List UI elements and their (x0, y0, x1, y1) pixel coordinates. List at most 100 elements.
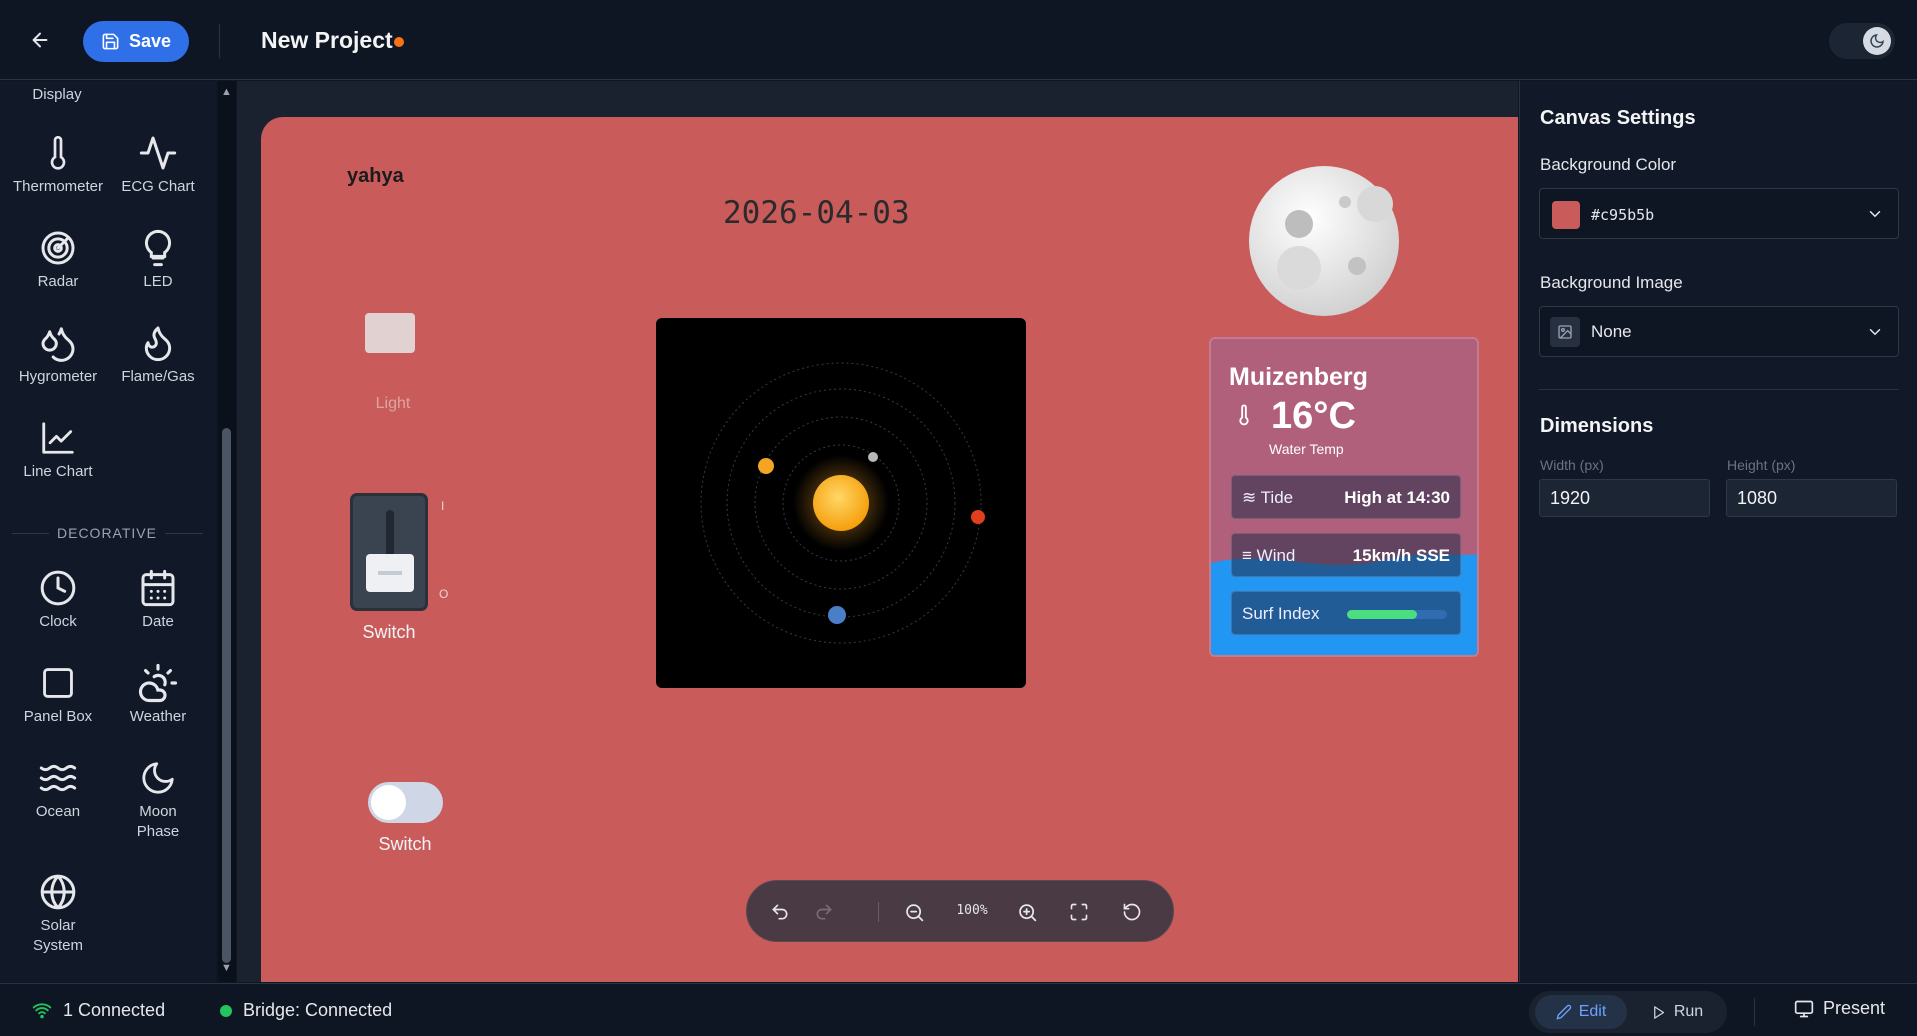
color-swatch (1552, 201, 1580, 229)
save-label: Save (128, 31, 172, 51)
height-input[interactable] (1726, 479, 1897, 517)
width-input[interactable] (1539, 479, 1710, 517)
weather-city: Muizenberg (1229, 363, 1368, 391)
mode-switcher: Edit Run (1529, 991, 1727, 1033)
run-label: Run (1673, 1003, 1704, 1020)
run-mode-button[interactable]: Run (1637, 995, 1717, 1029)
play-icon (1653, 1005, 1664, 1019)
flame-icon (144, 326, 172, 362)
sidebar-item-label: LED (143, 273, 173, 290)
sidebar-item-flame-gas[interactable]: Flame/Gas (108, 319, 208, 387)
moon-drawing (1249, 166, 1399, 316)
pencil-icon (1556, 1004, 1571, 1020)
zoom-in-button[interactable] (1012, 897, 1042, 927)
sidebar-item-date[interactable]: Date (108, 564, 208, 632)
wind-value: 15km/h SSE (1352, 546, 1450, 565)
present-label: Present (1823, 998, 1886, 1018)
sidebar-item-panel-box[interactable]: Panel Box (8, 659, 108, 727)
sidebar-item-thermometer[interactable]: Thermometer (8, 129, 108, 197)
present-button[interactable]: Present (1794, 998, 1885, 1019)
globe-icon (40, 874, 76, 910)
divider (878, 902, 879, 922)
ocean-weather-card[interactable]: Muizenberg 16°C Water Temp ≋ Tide High a… (1209, 337, 1479, 657)
project-title: New Project (261, 27, 393, 53)
switch-lever[interactable] (366, 554, 414, 592)
sidebar-item-ecg-chart[interactable]: ECG Chart (108, 129, 208, 197)
connection-count: 1 Connected (63, 1000, 166, 1020)
date-widget[interactable]: 2026-04-03 (723, 195, 910, 231)
toggle-switch[interactable] (368, 782, 443, 823)
back-button[interactable] (24, 24, 56, 56)
sidebar-item-line-chart[interactable]: Line Chart (8, 414, 108, 482)
clock-icon (40, 570, 76, 606)
scroll-down-icon[interactable]: ▼ (221, 962, 232, 974)
text-widget[interactable]: yahya (347, 165, 404, 188)
redo-icon (816, 904, 832, 920)
solar-system-drawing (700, 362, 985, 644)
rocker-switch[interactable] (350, 493, 428, 611)
bg-color-label: Background Color (1540, 155, 1677, 174)
zoom-toolbar: 100% (746, 880, 1174, 942)
sidebar-item-solar-system[interactable]: Solar System (8, 868, 108, 956)
light-widget[interactable] (365, 313, 415, 353)
switch-off-mark: O (439, 587, 449, 601)
sidebar-item-led[interactable]: LED (108, 224, 208, 292)
wifi-icon (32, 1003, 52, 1019)
zoom-out-button[interactable] (899, 897, 929, 927)
redo-button[interactable] (809, 897, 839, 927)
thermometer-icon (1239, 404, 1249, 426)
toggle-knob (371, 785, 406, 820)
undo-button[interactable] (765, 897, 795, 927)
dimensions-title: Dimensions (1540, 415, 1654, 437)
line-chart-icon (42, 422, 74, 454)
zoom-in-icon (1018, 903, 1036, 921)
sidebar-item-ocean[interactable]: Ocean (8, 754, 108, 822)
scrollbar-thumb[interactable] (222, 428, 231, 963)
unsaved-indicator (394, 37, 404, 47)
sidebar-item-clock[interactable]: Clock (8, 564, 108, 632)
maximize-icon (1070, 903, 1088, 921)
sidebar-item-weather[interactable]: Weather (108, 659, 208, 727)
edit-mode-button[interactable]: Edit (1535, 995, 1627, 1029)
solar-system-widget[interactable] (656, 318, 1026, 688)
height-label: Height (px) (1727, 457, 1796, 473)
wind-label: Wind (1256, 546, 1296, 565)
divider (165, 533, 203, 534)
reset-button[interactable] (1117, 897, 1147, 927)
bg-image-select[interactable]: None (1539, 306, 1899, 357)
wind-row: ≡ Wind 15km/h SSE (1231, 533, 1461, 577)
theme-knob (1863, 27, 1891, 55)
light-label: Light (375, 395, 411, 412)
switch-on-mark: I (441, 499, 445, 513)
droplets-icon (41, 327, 75, 362)
width-label: Width (px) (1540, 457, 1604, 473)
canvas[interactable]: yahya 2026-04-03 Light I O Switch Switch (261, 117, 1518, 982)
sidebar-item-moon-phase[interactable]: Moon Phase (108, 754, 208, 842)
save-button[interactable]: Save (83, 21, 189, 62)
arrow-left-icon (32, 32, 48, 48)
fit-screen-button[interactable] (1064, 897, 1094, 927)
sidebar-item-hygrometer[interactable]: Hygrometer (8, 319, 108, 387)
chevron-down-icon (1869, 329, 1881, 336)
tide-row: ≋ Tide High at 14:30 (1231, 475, 1461, 519)
moon-icon (142, 762, 174, 794)
sidebar-item-radar[interactable]: Radar (8, 224, 108, 292)
sidebar-item-label: Weather (129, 708, 187, 725)
scroll-up-icon[interactable]: ▲ (221, 86, 232, 98)
switch-label: Switch (362, 622, 416, 642)
bg-color-select[interactable]: #c95b5b (1539, 188, 1899, 239)
moon-phase-widget[interactable] (1247, 164, 1401, 318)
theme-toggle[interactable] (1829, 23, 1895, 59)
radar-icon (41, 231, 75, 265)
moon-icon (1870, 34, 1884, 48)
rotate-ccw-icon (1123, 903, 1141, 921)
divider (1754, 998, 1755, 1026)
bg-image-value: None (1591, 322, 1632, 341)
sidebar-item-label: Line Chart (23, 463, 93, 480)
undo-icon (772, 904, 788, 920)
sidebar-item-label-partial: Display (32, 86, 82, 103)
toggle-label: Switch (378, 834, 432, 854)
sidebar-item-label: Ocean (35, 803, 81, 820)
bg-color-value: #c95b5b (1591, 206, 1655, 224)
monitor-icon (1794, 1000, 1814, 1017)
